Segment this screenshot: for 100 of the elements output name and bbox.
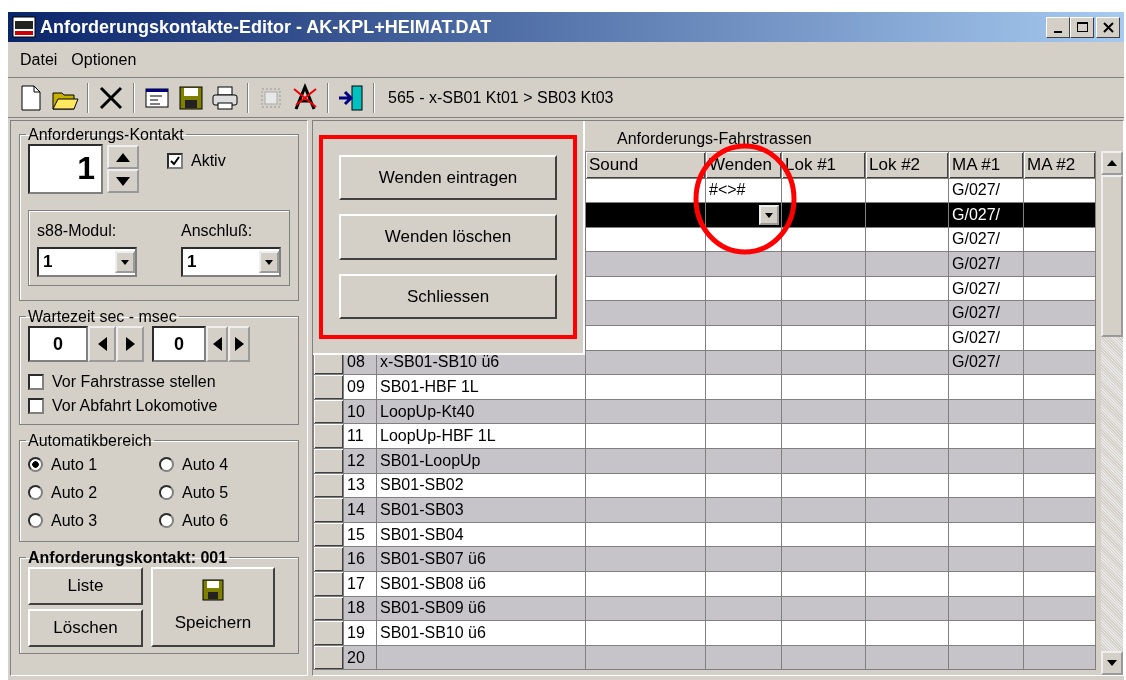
table-cell: G/027/ xyxy=(948,251,1024,277)
table-cell: G/027/ xyxy=(948,325,1024,351)
row-selector[interactable] xyxy=(313,423,344,449)
row-selector[interactable] xyxy=(313,448,344,474)
right-arrow-icon xyxy=(232,335,246,354)
scroll-down-button[interactable] xyxy=(1101,651,1123,675)
table-cell: 12 xyxy=(343,448,377,474)
left-arrow-button[interactable] xyxy=(206,326,228,363)
table-cell: SB01-SB02 xyxy=(376,473,586,498)
radio-label: Auto 1 xyxy=(51,454,98,475)
left-arrow-button[interactable] xyxy=(88,326,116,363)
row-selector[interactable] xyxy=(313,571,344,597)
radio-button[interactable] xyxy=(159,457,174,473)
table-cell: LoopUp-Kt40 xyxy=(376,399,586,424)
minimize-button[interactable] xyxy=(1046,16,1070,38)
row-selector[interactable] xyxy=(313,620,344,646)
save-button[interactable]: Speichern xyxy=(151,566,275,647)
number-field[interactable]: 0 xyxy=(28,326,88,363)
group-title: Automatikbereich xyxy=(27,431,153,451)
table-cell: SB01-SB10 ü6 xyxy=(376,620,586,646)
action-button[interactable]: Liste xyxy=(28,566,143,605)
action-button[interactable]: Wenden eintragen xyxy=(339,155,557,201)
row-selector[interactable] xyxy=(313,473,344,498)
menu-item[interactable]: Optionen xyxy=(71,47,137,72)
spin-up-button[interactable] xyxy=(107,145,139,170)
table-cell: SB01-LoopUp xyxy=(376,448,586,474)
group-title: Wartezeit sec - msec xyxy=(27,307,178,327)
column-header[interactable]: MA #1 xyxy=(948,151,1024,178)
right-arrow-button[interactable] xyxy=(116,326,144,363)
number-field[interactable]: 1 xyxy=(28,144,103,195)
radio-label: Auto 5 xyxy=(182,482,229,503)
maximize-icon xyxy=(1074,20,1090,34)
radio-button[interactable] xyxy=(28,485,43,501)
column-header[interactable]: Lok #2 xyxy=(865,151,949,178)
group-title: Anforderungskontakt: 001 xyxy=(27,547,229,567)
checkbox[interactable] xyxy=(28,374,44,391)
row-selector[interactable] xyxy=(313,399,344,424)
checkbox[interactable] xyxy=(167,153,183,170)
radio-button[interactable] xyxy=(159,513,174,529)
close-button[interactable] xyxy=(1096,16,1120,38)
right-arrow-button[interactable] xyxy=(228,326,250,363)
radio-label: Auto 3 xyxy=(51,510,98,531)
table-title: Anforderungs-Fahrstrassen xyxy=(617,129,812,149)
app-icon xyxy=(12,16,36,38)
radio-button[interactable] xyxy=(159,485,174,501)
group-title: Anforderungs-Kontakt xyxy=(27,125,185,145)
scrollbar-thumb[interactable] xyxy=(1101,175,1123,337)
table-cell: 15 xyxy=(343,522,377,547)
column-header[interactable]: MA #2 xyxy=(1023,151,1096,178)
table-cell: 13 xyxy=(343,473,377,498)
table-cell: G/027/ xyxy=(948,276,1024,301)
table-cell: G/027/ xyxy=(948,202,1024,228)
checkbox-label: Vor Abfahrt Lokomotive xyxy=(52,396,218,417)
row-selector[interactable] xyxy=(313,596,344,621)
dropdown-button[interactable] xyxy=(759,205,779,226)
up-arrow-icon xyxy=(1106,159,1118,167)
table-cell: G/027/ xyxy=(948,178,1024,203)
minimize-icon xyxy=(1054,30,1062,33)
table-cell: SB01-SB03 xyxy=(376,497,586,523)
row-selector[interactable] xyxy=(313,645,344,670)
action-button[interactable]: Löschen xyxy=(28,608,143,647)
down-arrow-icon xyxy=(1106,659,1118,667)
table-cell: 18 xyxy=(343,596,377,621)
spin-down-button[interactable] xyxy=(107,169,139,194)
table-cell: 11 xyxy=(343,423,377,449)
table-cell: 10 xyxy=(343,399,377,424)
row-selector[interactable] xyxy=(313,522,344,547)
table-cell: SB01-SB09 ü6 xyxy=(376,596,586,621)
action-button[interactable]: Wenden löschen xyxy=(339,214,557,260)
checkbox-label: Vor Fahrstrasse stellen xyxy=(52,372,216,393)
radio-button[interactable] xyxy=(28,513,43,529)
menu-item[interactable]: Datei xyxy=(20,47,58,72)
row-selector[interactable] xyxy=(313,546,344,572)
table-cell: 09 xyxy=(343,374,377,400)
dropdown[interactable]: 1 xyxy=(181,247,281,278)
radio-button[interactable] xyxy=(28,457,43,473)
dropdown[interactable]: 1 xyxy=(37,247,137,278)
action-button[interactable]: Schliessen xyxy=(339,273,557,319)
scroll-up-button[interactable] xyxy=(1101,151,1123,175)
table-cell: 19 xyxy=(343,620,377,646)
checkmark-icon xyxy=(169,155,181,168)
caret-icon xyxy=(119,258,131,267)
radio-label: Auto 2 xyxy=(51,482,98,503)
table-cell: 20 xyxy=(343,645,377,670)
table-cell: G/027/ xyxy=(948,350,1024,375)
row-selector[interactable] xyxy=(313,497,344,523)
row-selector[interactable] xyxy=(313,374,344,400)
number-field[interactable]: 0 xyxy=(152,326,206,363)
table-cell: 16 xyxy=(343,546,377,572)
column-header[interactable]: Sound xyxy=(585,151,706,178)
checkbox[interactable] xyxy=(28,398,44,415)
table-cell: SB01-SB08 ü6 xyxy=(376,571,586,597)
checkbox-label: Aktiv xyxy=(191,151,226,172)
table-cell: LoopUp-HBF 1L xyxy=(376,423,586,449)
table-cell: SB01-HBF 1L xyxy=(376,374,586,400)
save-icon xyxy=(201,578,225,602)
maximize-button[interactable] xyxy=(1070,16,1094,38)
column-header[interactable]: Lok #1 xyxy=(781,151,866,178)
exit-door-icon[interactable] xyxy=(336,82,366,113)
table-cell: G/027/ xyxy=(948,227,1024,252)
